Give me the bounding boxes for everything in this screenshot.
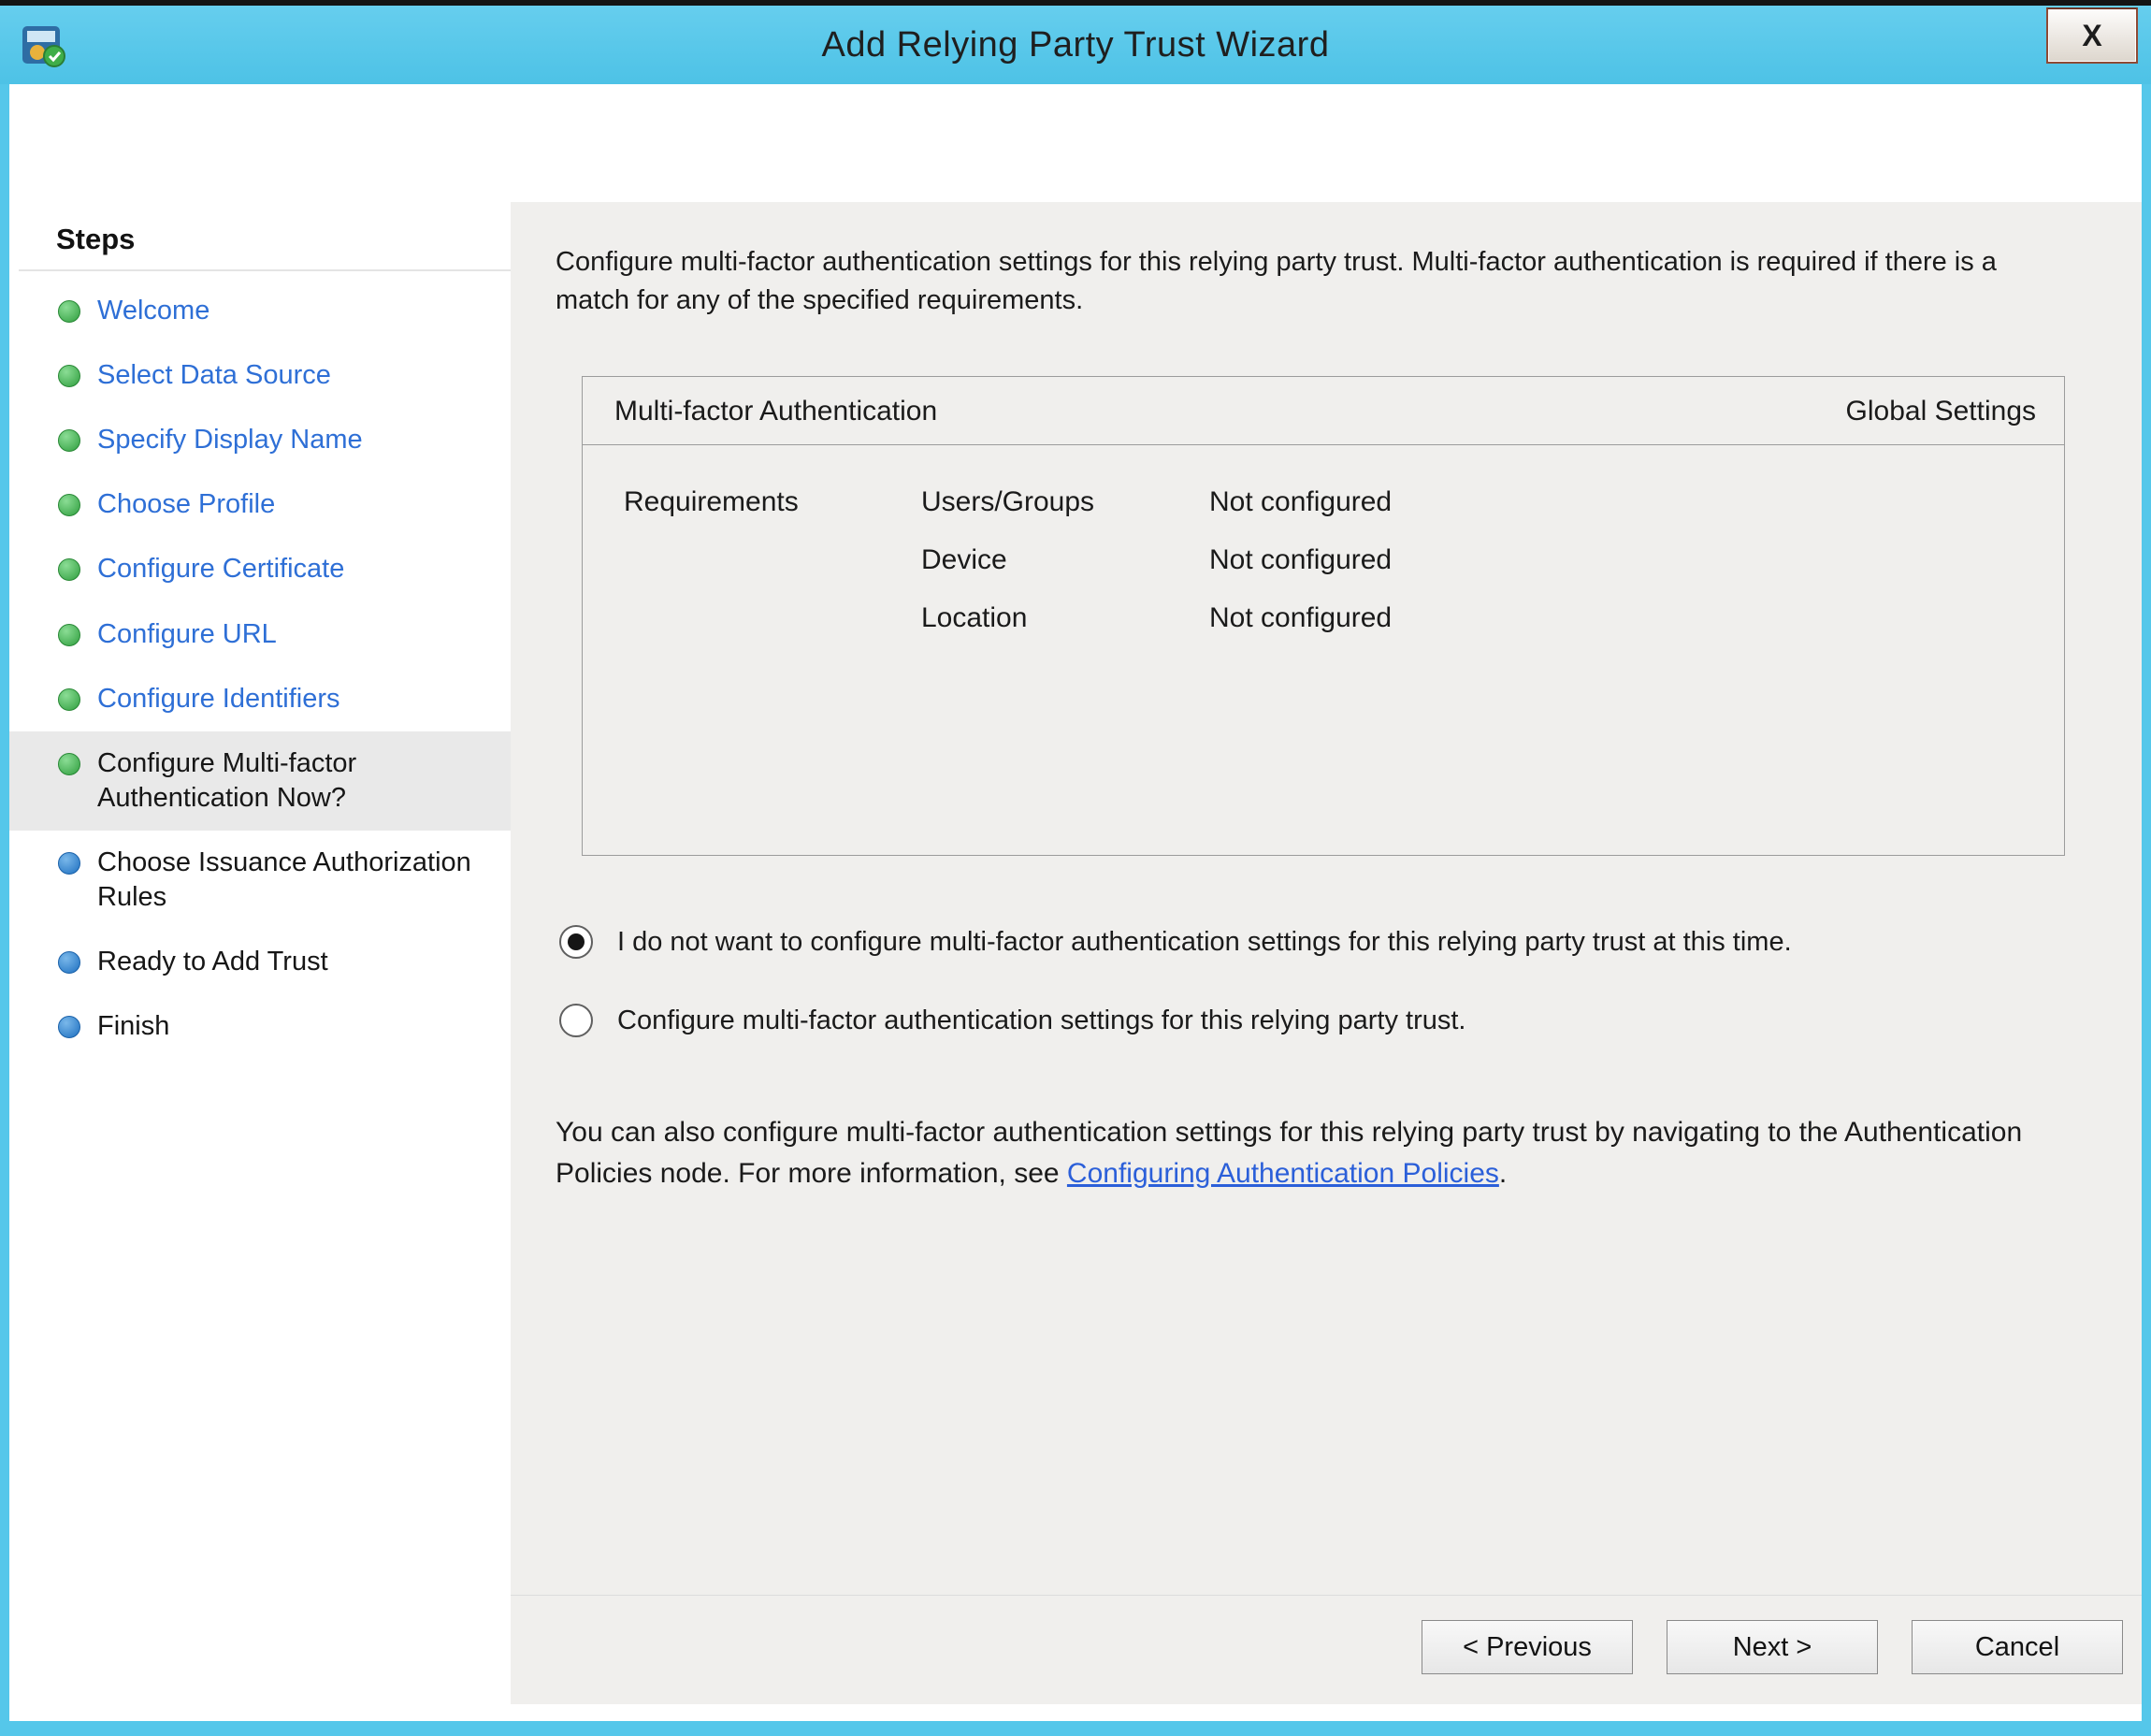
radio-button-unselected[interactable]	[559, 1004, 593, 1037]
step-specify-display-name[interactable]: Specify Display Name	[9, 408, 511, 472]
steps-list: Welcome Select Data Source Specify Displ…	[9, 279, 511, 1059]
footer-note: You can also configure multi-factor auth…	[556, 1112, 2076, 1194]
title-bar: Add Relying Party Trust Wizard X	[0, 6, 2151, 84]
wizard-page-configure-mfa: Configure multi-factor authentication se…	[511, 202, 2142, 1704]
radio-option-configure-mfa[interactable]: Configure multi-factor authentication se…	[559, 1004, 2076, 1037]
next-button[interactable]: Next >	[1667, 1620, 1878, 1674]
steps-sidebar: Steps Welcome Select Data Source Specify…	[9, 202, 511, 1704]
step-configure-mfa-now-current: Configure Multi-factor Authentication No…	[9, 731, 511, 831]
footer-text-after: .	[1499, 1158, 1507, 1189]
page-intro-text: Configure multi-factor authentication se…	[556, 243, 2076, 320]
bottom-strip	[9, 1704, 2142, 1721]
step-ready-to-add-trust: Ready to Add Trust	[9, 930, 511, 994]
step-pending-icon	[58, 1016, 80, 1038]
step-pending-icon	[58, 852, 80, 875]
step-welcome[interactable]: Welcome	[9, 279, 511, 343]
step-done-icon	[58, 365, 80, 387]
step-pending-icon	[58, 951, 80, 974]
global-settings-label: Global Settings	[1846, 396, 2036, 427]
requirement-value: Not configured	[1209, 486, 1392, 518]
table-row: Location Not configured	[921, 602, 1392, 634]
configuring-authentication-policies-link[interactable]: Configuring Authentication Policies	[1067, 1158, 1499, 1189]
step-configure-url[interactable]: Configure URL	[9, 602, 511, 667]
requirement-value: Not configured	[1209, 602, 1392, 634]
step-done-icon	[58, 753, 80, 775]
radio-button-selected[interactable]	[559, 925, 593, 959]
steps-heading: Steps	[56, 223, 511, 256]
cancel-button[interactable]: Cancel	[1912, 1620, 2123, 1674]
table-row: Users/Groups Not configured	[921, 486, 1392, 518]
requirements-label: Requirements	[624, 486, 921, 855]
mfa-settings-table: Multi-factor Authentication Global Setti…	[582, 376, 2065, 856]
table-row: Device Not configured	[921, 544, 1392, 576]
steps-separator	[19, 269, 511, 271]
step-finish: Finish	[9, 994, 511, 1059]
step-done-icon	[58, 494, 80, 516]
step-done-icon	[58, 688, 80, 711]
requirement-name: Users/Groups	[921, 486, 1209, 518]
close-button[interactable]: X	[2046, 7, 2138, 64]
mfa-table-title: Multi-factor Authentication	[614, 396, 937, 427]
step-done-icon	[58, 300, 80, 323]
window-title: Add Relying Party Trust Wizard	[0, 25, 2151, 65]
requirement-name: Location	[921, 602, 1209, 634]
requirement-value: Not configured	[1209, 544, 1392, 576]
step-done-icon	[58, 429, 80, 452]
step-configure-identifiers[interactable]: Configure Identifiers	[9, 667, 511, 731]
step-configure-certificate[interactable]: Configure Certificate	[9, 537, 511, 601]
wizard-body: Steps Welcome Select Data Source Specify…	[9, 84, 2142, 1721]
requirement-name: Device	[921, 544, 1209, 576]
step-done-icon	[58, 624, 80, 646]
step-choose-profile[interactable]: Choose Profile	[9, 472, 511, 537]
step-select-data-source[interactable]: Select Data Source	[9, 343, 511, 408]
step-done-icon	[58, 558, 80, 581]
step-choose-issuance-authorization-rules: Choose Issuance Authorization Rules	[9, 831, 511, 930]
previous-button[interactable]: < Previous	[1422, 1620, 1633, 1674]
radio-option-do-not-configure-mfa[interactable]: I do not want to configure multi-factor …	[559, 925, 2076, 959]
wizard-button-bar: < Previous Next > Cancel	[511, 1595, 2142, 1704]
header-band	[9, 84, 2142, 202]
